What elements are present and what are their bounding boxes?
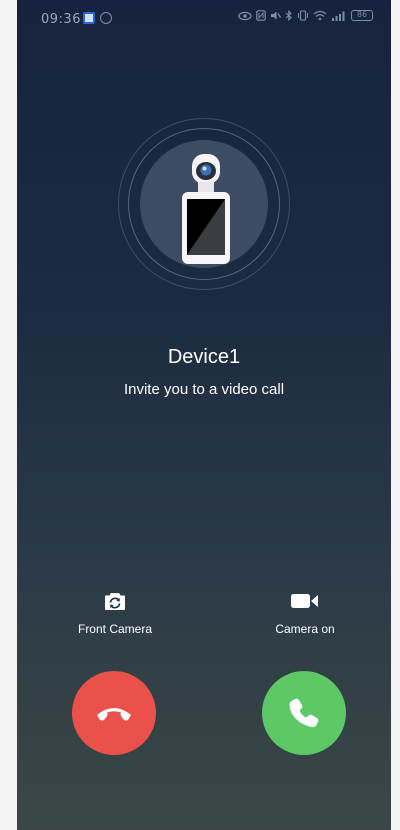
camera-on-label: Camera on <box>275 622 335 636</box>
smart-camera-device-icon <box>182 154 230 264</box>
decline-call-button[interactable] <box>72 671 156 755</box>
hang-up-icon <box>97 708 131 721</box>
nfc-icon <box>256 10 266 21</box>
status-right-icons: 86 <box>238 10 373 21</box>
incoming-call-screen: 09:36 86 Device1 Invite you to a video c… <box>17 0 391 830</box>
wifi-icon <box>313 10 327 21</box>
signal-icon <box>332 11 345 21</box>
eye-icon <box>238 11 252 20</box>
mute-icon <box>271 11 281 20</box>
status-bar: 09:36 86 <box>17 0 391 40</box>
status-time: 09:36 <box>41 12 81 27</box>
camera-switch-icon[interactable] <box>104 591 126 611</box>
call-subtitle: Invite you to a video call <box>123 381 285 398</box>
status-left-icons <box>83 12 112 24</box>
accept-call-button[interactable] <box>262 671 346 755</box>
caller-name: Device1 <box>167 346 241 368</box>
camera-on-toggle[interactable]: Camera on <box>245 590 365 636</box>
battery-icon: 86 <box>351 10 373 21</box>
bluetooth-icon <box>285 10 292 21</box>
vibrate-icon <box>298 10 308 21</box>
front-camera-toggle[interactable]: Front Camera <box>55 590 175 636</box>
phone-icon <box>289 698 319 728</box>
video-camera-icon[interactable] <box>290 592 320 610</box>
location-icon <box>100 12 112 24</box>
app-notification-icon <box>83 12 95 24</box>
front-camera-label: Front Camera <box>77 622 153 636</box>
